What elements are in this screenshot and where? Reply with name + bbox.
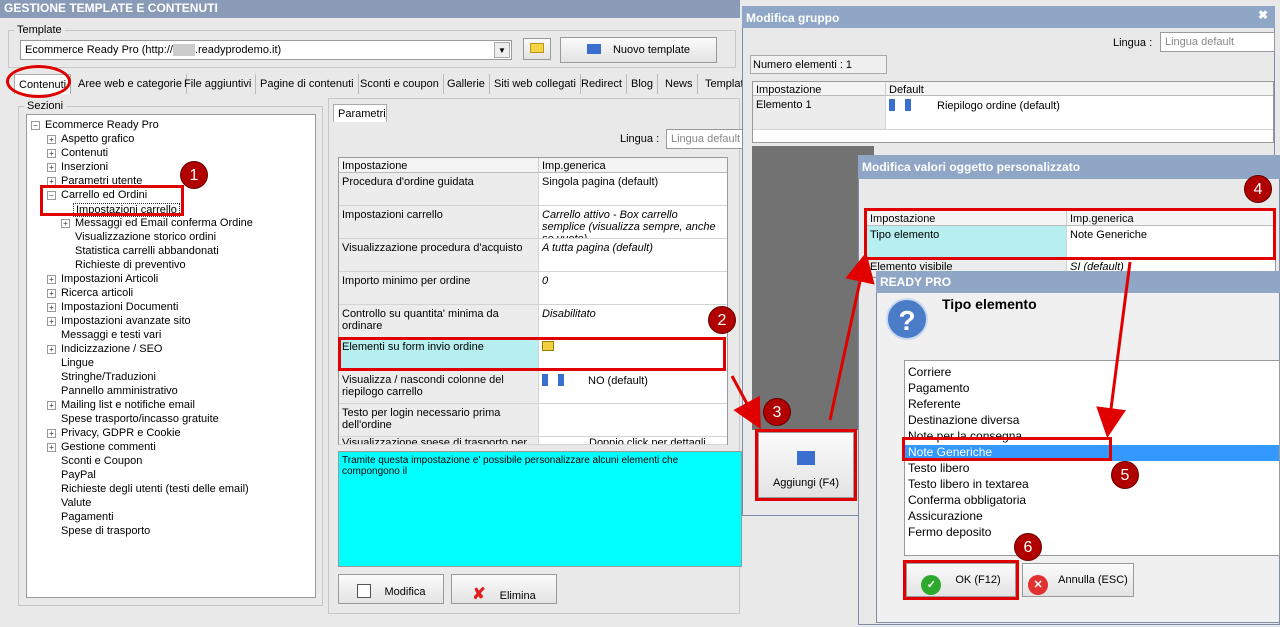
arrow-3-to-4 xyxy=(828,252,875,421)
arrow-2-to-3 xyxy=(730,375,761,430)
annotation-arrows xyxy=(730,252,1132,438)
arrow-4-to-5 xyxy=(1096,261,1132,438)
